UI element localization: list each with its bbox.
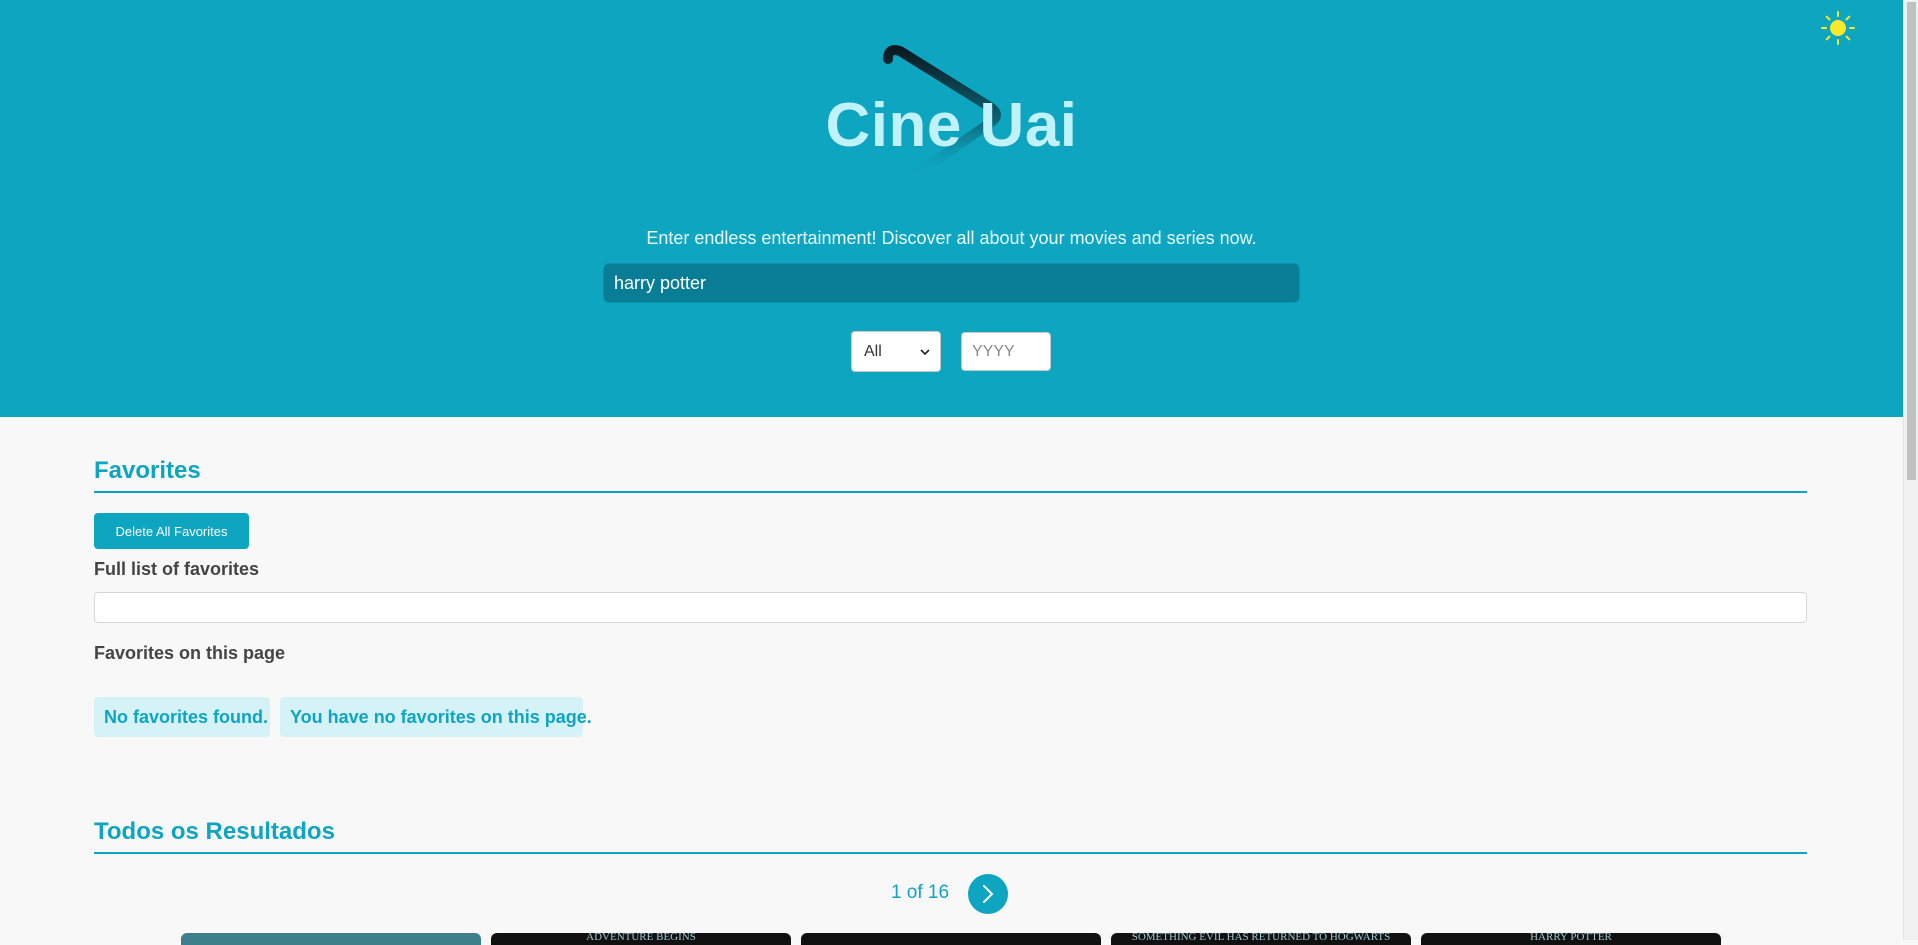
no-favorites-badge: No favorites found. — [94, 697, 270, 737]
scrollbar-thumb[interactable] — [1907, 2, 1916, 480]
chevron-right-icon — [983, 885, 994, 903]
delete-all-favorites-button[interactable]: Delete All Favorites — [94, 513, 249, 549]
result-poster[interactable]: ADVENTURE BEGINS — [491, 933, 791, 945]
page-indicator: 1 of 16 — [890, 882, 950, 903]
chevron-down-icon — [920, 348, 930, 355]
favorites-title: Favorites — [94, 457, 1807, 493]
result-poster[interactable]: HARRY POTTER — [1421, 933, 1721, 945]
type-select-value: All — [864, 342, 882, 360]
app-title: Cine Uai — [825, 91, 1078, 160]
result-poster[interactable] — [801, 933, 1101, 945]
favorites-page-heading: Favorites on this page — [94, 643, 286, 663]
page-scrollbar[interactable] — [1903, 0, 1918, 940]
hero-header: Cine Uai Enter endless entertainment! Di… — [0, 0, 1903, 417]
result-poster[interactable] — [181, 933, 481, 945]
search-input[interactable] — [603, 263, 1300, 303]
type-select[interactable]: All — [851, 331, 941, 372]
sun-icon[interactable] — [1820, 10, 1856, 46]
tagline: Enter endless entertainment! Discover al… — [646, 228, 1257, 248]
no-page-favorites-badge: You have no favorites on this page. — [280, 697, 592, 737]
results-title: Todos os Resultados — [94, 818, 1807, 854]
next-page-button[interactable] — [968, 874, 1008, 914]
result-poster[interactable]: SOMETHING EVIL HAS RETURNED TO HOGWARTS — [1111, 933, 1411, 945]
year-input[interactable] — [961, 332, 1051, 371]
full-list-heading: Full list of favorites — [94, 559, 260, 579]
favorites-list-field[interactable] — [94, 592, 1807, 623]
